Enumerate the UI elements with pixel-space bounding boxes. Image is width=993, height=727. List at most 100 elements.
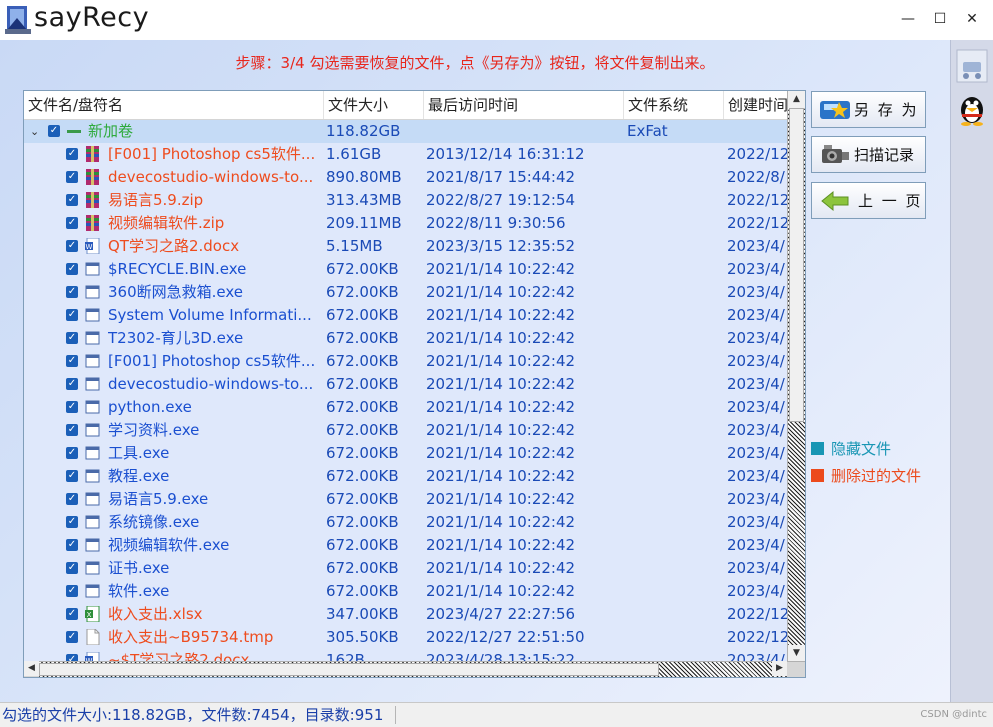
vertical-scrollbar[interactable]: ▲ ▼ <box>787 91 805 662</box>
file-checkbox[interactable]: ✓ <box>66 240 78 252</box>
file-checkbox[interactable]: ✓ <box>66 378 78 390</box>
camera-icon <box>822 145 849 163</box>
file-checkbox[interactable]: ✓ <box>66 217 78 229</box>
file-row[interactable]: ✓ devecostudio-windows-to... 890.80MB 2021/… <box>24 166 787 189</box>
file-row[interactable]: ✓ 系统镜像.exe 672.00KB 2021/1/14 10:22:42 2023/… <box>24 511 787 534</box>
scroll-left-arrow-icon[interactable]: ◀ <box>24 661 39 676</box>
save-as-button[interactable]: 另 存 为 <box>811 91 926 128</box>
file-row[interactable]: ✓ W QT学习之路2.docx 5.15MB 2023/3/15 12:35:52 20… <box>24 235 787 258</box>
file-checkbox[interactable]: ✓ <box>66 470 78 482</box>
file-checkbox[interactable]: ✓ <box>66 447 78 459</box>
network-share-icon[interactable] <box>955 48 989 84</box>
maximize-button[interactable]: ☐ <box>925 8 955 30</box>
file-accessed-time: 2021/1/14 10:22:42 <box>426 375 576 393</box>
column-header-filesystem[interactable]: 文件系统 <box>624 91 724 119</box>
file-checkbox[interactable]: ✓ <box>66 539 78 551</box>
file-created-time: 2023/4/ <box>727 375 785 393</box>
deleted-files-label: 删除过的文件 <box>831 467 922 485</box>
file-row[interactable]: ✓ X 收入支出.xlsx 347.00KB 2023/4/27 22:27:56 202… <box>24 603 787 626</box>
drive-checkbox[interactable]: ✓ <box>48 125 60 137</box>
file-row[interactable]: ✓ 收入支出~B95734.tmp 305.50KB 2022/12/27 22:51… <box>24 626 787 649</box>
file-row[interactable]: ✓ 工具.exe 672.00KB 2021/1/14 10:22:42 2023/4/ <box>24 442 787 465</box>
horizontal-scrollbar[interactable]: ◀ ▶ <box>24 661 805 677</box>
minimize-button[interactable]: — <box>893 8 923 30</box>
file-checkbox[interactable]: ✓ <box>66 309 78 321</box>
file-row[interactable]: ✓ $RECYCLE.BIN.exe 672.00KB 2021/1/14 10:22… <box>24 258 787 281</box>
file-name: 360断网急救箱.exe <box>108 283 244 301</box>
qq-penguin-icon[interactable] <box>955 90 989 126</box>
exe-window-icon <box>85 491 100 507</box>
file-size: 305.50KB <box>326 628 399 646</box>
file-checkbox[interactable]: ✓ <box>66 194 78 206</box>
file-checkbox[interactable]: ✓ <box>66 148 78 160</box>
file-accessed-time: 2021/1/14 10:22:42 <box>426 352 576 370</box>
vertical-scroll-thumb[interactable] <box>789 108 804 422</box>
file-row[interactable]: ✓ 视频编辑软件.exe 672.00KB 2021/1/14 10:22:42 202… <box>24 534 787 557</box>
scroll-right-arrow-icon[interactable]: ▶ <box>772 661 787 676</box>
hidden-files-swatch <box>811 442 824 455</box>
file-created-time: 2023/4/ <box>727 237 785 255</box>
scan-record-button[interactable]: 扫描记录 <box>811 136 926 173</box>
file-row[interactable]: ✓ 证书.exe 672.00KB 2021/1/14 10:22:42 2023/4/ <box>24 557 787 580</box>
column-header-size[interactable]: 文件大小 <box>324 91 424 119</box>
file-created-time: 2023/4/ <box>727 352 785 370</box>
file-created-time: 2022/12 <box>727 145 787 163</box>
file-checkbox[interactable]: ✓ <box>66 631 78 643</box>
file-list[interactable]: 文件名/盘符名 文件大小 最后访问时间 文件系统 创建时间 ⌄ ✓ 新加卷 11… <box>23 90 806 678</box>
close-button[interactable]: ✕ <box>957 8 987 30</box>
hidden-files-label: 隐藏文件 <box>831 440 892 458</box>
file-size: 313.43MB <box>326 191 402 209</box>
file-accessed-time: 2013/12/14 16:31:12 <box>426 145 585 163</box>
file-checkbox[interactable]: ✓ <box>66 332 78 344</box>
file-checkbox[interactable]: ✓ <box>66 424 78 436</box>
file-size: 890.80MB <box>326 168 402 186</box>
file-row[interactable]: ✓ 软件.exe 672.00KB 2021/1/14 10:22:42 2023/4/ <box>24 580 787 603</box>
file-checkbox[interactable]: ✓ <box>66 516 78 528</box>
file-row[interactable]: ✓ System Volume Informati... 672.00KB 2021/… <box>24 304 787 327</box>
file-row[interactable]: ✓ 视频编辑软件.zip 209.11MB 2022/8/11 9:30:56 2022… <box>24 212 787 235</box>
file-row[interactable]: ✓ T2302-育儿3D.exe 672.00KB 2021/1/14 10:22:4… <box>24 327 787 350</box>
file-row[interactable]: ✓ 学习资料.exe 672.00KB 2021/1/14 10:22:42 2023/… <box>24 419 787 442</box>
exe-window-icon <box>85 537 100 553</box>
file-checkbox[interactable]: ✓ <box>66 608 78 620</box>
rar-archive-icon <box>85 169 100 185</box>
file-row[interactable]: ✓ 易语言5.9.zip 313.43MB 2022/8/27 19:12:54 202… <box>24 189 787 212</box>
file-checkbox[interactable]: ✓ <box>66 171 78 183</box>
file-checkbox[interactable]: ✓ <box>66 355 78 367</box>
previous-page-label: 上 一 页 <box>858 192 923 210</box>
drive-row[interactable]: ⌄ ✓ 新加卷 118.82GB ExFat <box>24 120 787 143</box>
exe-window-icon <box>85 284 100 300</box>
file-row[interactable]: ✓ 360断网急救箱.exe 672.00KB 2021/1/14 10:22:42 2… <box>24 281 787 304</box>
file-checkbox[interactable]: ✓ <box>66 585 78 597</box>
collapse-icon[interactable]: ⌄ <box>30 120 39 143</box>
file-created-time: 2022/12 <box>727 605 787 623</box>
file-row[interactable]: ✓ 易语言5.9.exe 672.00KB 2021/1/14 10:22:42 202… <box>24 488 787 511</box>
file-row[interactable]: ✓ devecostudio-windows-to... 672.00KB 2021/… <box>24 373 787 396</box>
column-header-created[interactable]: 创建时间 <box>724 91 787 119</box>
scroll-up-arrow-icon[interactable]: ▲ <box>788 91 805 108</box>
file-checkbox[interactable]: ✓ <box>66 286 78 298</box>
file-checkbox[interactable]: ✓ <box>66 401 78 413</box>
file-name: [F001] Photoshop cs5软件... <box>108 145 316 163</box>
file-created-time: 2022/12 <box>727 628 787 646</box>
file-row[interactable]: ✓ [F001] Photoshop cs5软件... 672.00KB 2021/1… <box>24 350 787 373</box>
file-row[interactable]: ✓ [F001] Photoshop cs5软件... 1.61GB 2013/12/… <box>24 143 787 166</box>
rar-archive-icon <box>85 192 100 208</box>
file-row[interactable]: ✓ 教程.exe 672.00KB 2021/1/14 10:22:42 2023/4/ <box>24 465 787 488</box>
scroll-down-arrow-icon[interactable]: ▼ <box>788 645 805 662</box>
file-name: [F001] Photoshop cs5软件... <box>108 352 316 370</box>
file-size: 672.00KB <box>326 444 399 462</box>
file-created-time: 2023/4/ <box>727 582 785 600</box>
file-created-time: 2023/4/ <box>727 444 785 462</box>
horizontal-scroll-thumb[interactable] <box>39 663 659 676</box>
previous-page-button[interactable]: 上 一 页 <box>811 182 926 219</box>
file-size: 1.61GB <box>326 145 382 163</box>
column-header-accessed[interactable]: 最后访问时间 <box>424 91 624 119</box>
column-header-name[interactable]: 文件名/盘符名 <box>24 91 324 119</box>
file-checkbox[interactable]: ✓ <box>66 562 78 574</box>
exe-window-icon <box>85 399 100 415</box>
file-name: 收入支出~B95734.tmp <box>108 628 274 646</box>
file-checkbox[interactable]: ✓ <box>66 493 78 505</box>
file-checkbox[interactable]: ✓ <box>66 263 78 275</box>
file-row[interactable]: ✓ python.exe 672.00KB 2021/1/14 10:22:42 202… <box>24 396 787 419</box>
